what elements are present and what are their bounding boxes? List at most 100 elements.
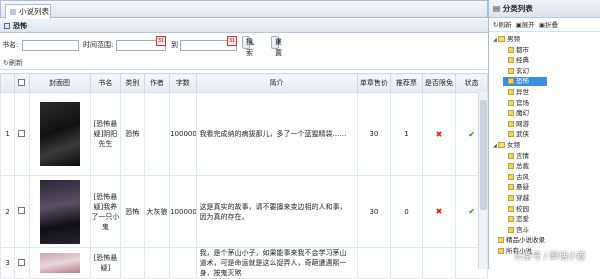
tree-node-label: 言情 [516, 151, 529, 160]
tree-node-label: 经典 [516, 56, 529, 65]
tree-node-label: 都市 [516, 45, 529, 54]
col-header-cover[interactable]: 封面图 [28, 73, 91, 93]
row-checkbox[interactable] [18, 129, 26, 137]
row-checkbox[interactable] [18, 258, 26, 266]
tree-refresh-button[interactable]: ↻刷新 [493, 21, 511, 29]
tree-node-item[interactable]: 恐怖 [503, 77, 547, 87]
tree-node-label: 异世 [516, 88, 529, 96]
intro-cell: 我，是个茅山小子，如果能事来我不会学习茅山道术，可是命运就是这么捉弄人，奇葩遭遇… [195, 247, 358, 279]
category-panel-title: ▤ 分类列表 [489, 0, 600, 18]
row-select[interactable] [14, 175, 30, 248]
name-input[interactable] [22, 40, 79, 51]
calendar-icon[interactable]: 31 [156, 36, 166, 46]
to-label: 到 [171, 41, 178, 49]
tree-node-label: 男频 [507, 35, 520, 43]
row-number: 3 [0, 247, 16, 279]
author-cell [143, 247, 171, 279]
refresh-button[interactable]: 刷新 [9, 59, 23, 67]
row-checkbox[interactable] [18, 207, 26, 214]
tree-node-item[interactable]: 官场 [503, 99, 529, 108]
reset-button[interactable]: ↺ 重置 [271, 36, 282, 57]
tree-node-item[interactable]: 穿越 [503, 194, 529, 203]
col-header-intro[interactable]: 简介 [195, 73, 358, 93]
tree-expand-button[interactable]: ▣展开 [516, 21, 535, 29]
file-icon [508, 120, 514, 127]
tree-node-item[interactable]: 魔幻 [503, 109, 529, 118]
price-cell: 30 [356, 92, 392, 176]
scrollbar-thumb[interactable] [480, 100, 487, 210]
col-header-author[interactable]: 作者 [143, 73, 171, 93]
tree-node-item[interactable]: 恋爱 [503, 215, 529, 224]
select-all-checkbox[interactable] [18, 78, 26, 86]
tree-node-item[interactable]: 总裁 [503, 162, 529, 171]
tree-node-item[interactable]: 都市 [503, 46, 529, 55]
words-cell: 100000 [169, 175, 197, 248]
watermark: 头条号 / 醉话小酋 [514, 252, 586, 262]
calendar-icon[interactable]: 31 [227, 36, 237, 46]
panel-title: 恐怖 [0, 19, 488, 33]
tree-node-label: 恐怖 [516, 77, 529, 86]
words-cell [169, 247, 197, 279]
col-header-status[interactable]: 状态 [455, 73, 488, 93]
free-cell: ✖ [421, 175, 457, 248]
category-cell: 恐怖 [120, 175, 145, 248]
table-row[interactable]: 3 [恐怖悬疑] 我，是个茅山小子，如果能事来我不会学习茅山道术，可是命运就是这… [0, 247, 488, 279]
cover-image [39, 253, 80, 273]
col-header-price[interactable]: 单章售价 [356, 73, 392, 93]
tree-node-item[interactable]: 网游 [503, 120, 529, 129]
tree-node-item[interactable]: 宫斗 [503, 226, 529, 235]
tree-node-item[interactable]: 武侠 [503, 130, 529, 139]
tree-node-item[interactable]: 古风 [503, 173, 529, 182]
col-header-category[interactable]: 类别 [120, 73, 145, 93]
author-cell [143, 92, 171, 176]
table-scrollbar[interactable] [478, 92, 487, 269]
file-icon [508, 173, 514, 180]
col-header-free[interactable]: 是否限免 [421, 73, 457, 93]
folder-icon [498, 36, 505, 42]
file-icon [508, 216, 514, 223]
folder-icon [498, 142, 505, 148]
file-icon [508, 57, 514, 64]
tree-node-item[interactable]: 精品小说收录 [493, 236, 545, 245]
tree-collapse-button[interactable]: ▣折叠 [539, 21, 558, 29]
tree-node-item[interactable]: 异世 [503, 88, 529, 97]
tree-node-label: 悬疑 [516, 183, 529, 192]
file-icon [508, 78, 514, 85]
list-icon [10, 9, 16, 15]
name-label: 书名: [2, 41, 19, 49]
category-tree: ◢ 男频 都市经典 玄幻恐怖异世官场 魔幻网游 武侠 ◢ 女频 言情总裁 古风悬疑穿越校园 恋爱宫斗… [489, 32, 600, 269]
intro-cell: 我看完成纳的病拔那儿，多了一个蓝猩精袋…… [195, 92, 358, 176]
tree-refresh-label: 刷新 [498, 21, 512, 29]
tab-novel-list[interactable]: 小说列表 [5, 4, 51, 19]
tree-node-label: 魔幻 [516, 109, 529, 118]
file-icon [498, 237, 504, 244]
tree-node-folder[interactable]: ◢ 男频 [493, 35, 520, 44]
search-button[interactable]: 🔍 搜索 [242, 36, 255, 57]
row-select[interactable] [14, 247, 30, 279]
row-select[interactable] [14, 92, 30, 176]
tree-node-folder[interactable]: ◢ 女频 [493, 141, 520, 150]
tree-node-item[interactable]: 校园 [503, 205, 529, 214]
tree-node-item[interactable]: 言情 [503, 152, 529, 161]
tree-node-label: 古风 [516, 172, 529, 181]
table-row[interactable]: 1 [恐怖悬疑]阴阳先生 恐怖 100000 我看完成纳的病拔那儿，多了一个蓝猩… [0, 92, 488, 176]
tree-node-label: 玄幻 [516, 66, 529, 75]
tree-node-label: 精品小说收录 [506, 236, 545, 245]
tree-node-item[interactable]: 经典 [503, 56, 529, 65]
file-icon [498, 248, 504, 254]
col-header-select[interactable] [14, 73, 30, 93]
category-panel: ▤ 分类列表 ↻刷新 ▣展开 ▣折叠 ◢ 男频 都市经典 玄幻恐怖异世官场 魔幻网游 武侠… [488, 0, 600, 269]
tree-node-item[interactable]: 悬疑 [503, 183, 529, 192]
row-number: 1 [0, 92, 16, 176]
col-header-words[interactable]: 字数 [169, 73, 197, 93]
table-row[interactable]: 2 [恐怖悬疑]我养了一只小鬼 恐怖 大灰狼 100000 这是真实的故事，请不… [0, 175, 488, 248]
novel-table: 封面图 书名 类别 作者 字数 简介 单章售价 推荐票 是否限免 状态 1 [恐… [0, 73, 488, 279]
tab-bar: 小说列表 [0, 0, 488, 19]
category-cell [120, 247, 145, 279]
tree-node-item[interactable]: 玄幻 [503, 67, 529, 76]
file-icon [508, 226, 514, 233]
words-cell: 100000 [169, 92, 197, 176]
col-header-votes[interactable]: 推荐票 [390, 73, 423, 93]
col-header-title[interactable]: 书名 [89, 73, 122, 93]
tab-label: 小说列表 [19, 7, 49, 16]
